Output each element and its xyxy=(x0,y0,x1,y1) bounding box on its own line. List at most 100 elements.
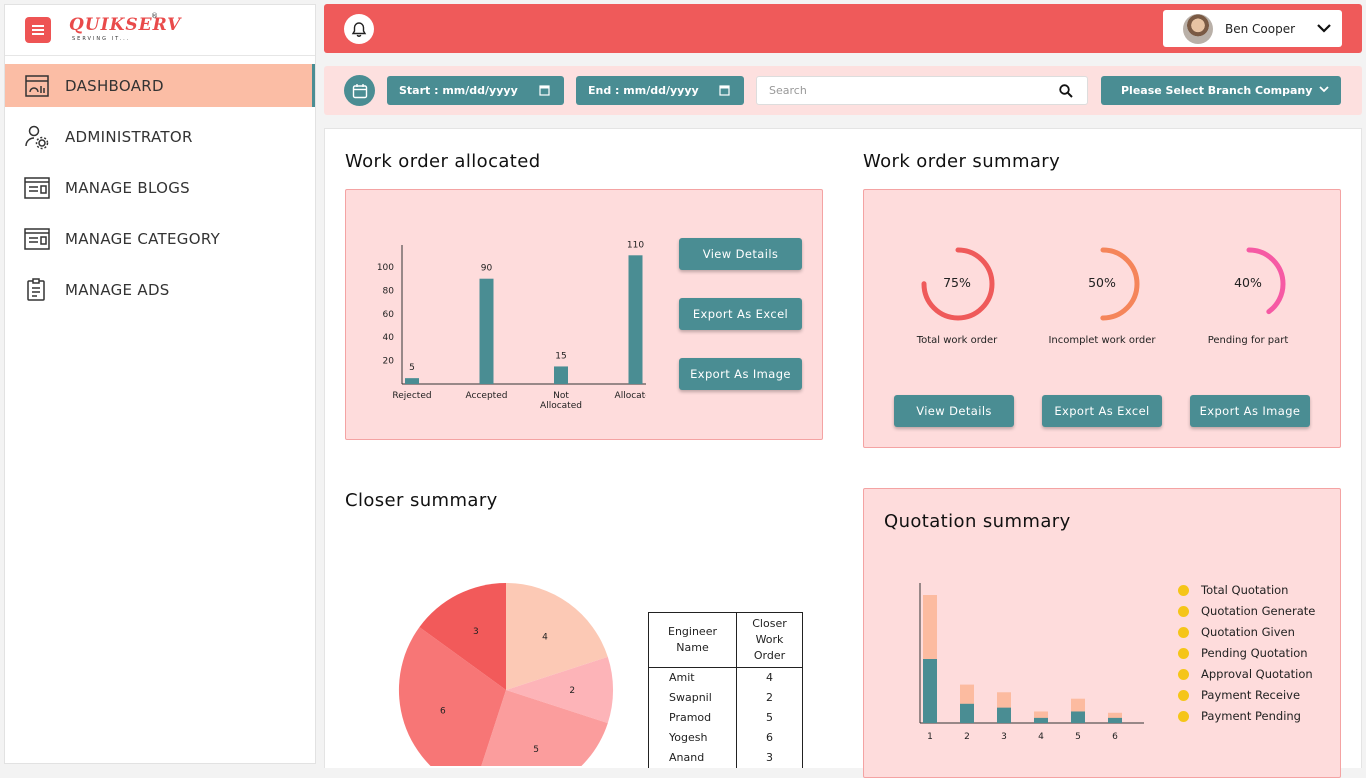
user-name: Ben Cooper xyxy=(1225,21,1296,36)
blogs-icon xyxy=(23,174,51,202)
bar-part xyxy=(923,659,937,723)
legend-dot-icon xyxy=(1178,626,1189,638)
category-icon xyxy=(23,225,51,253)
bar xyxy=(479,278,494,384)
calendar-button[interactable] xyxy=(344,75,375,106)
table-row: Swapnil 2 xyxy=(648,687,803,708)
sidebar-item-manage-category[interactable]: MANAGE CATEGORY xyxy=(5,217,315,260)
user-menu-button[interactable]: Ben Cooper xyxy=(1163,10,1342,47)
ring-percent-incomplete: 50% xyxy=(1088,275,1116,290)
work-order-allocated-chart: 204060801005Rejected90Accepted15NotAlloc… xyxy=(377,240,646,411)
allocated-export-image-button[interactable]: Export As Image xyxy=(679,358,802,390)
sidebar-nav: DASHBOARD ADMINISTRATOR MANAGE BLOGS MAN… xyxy=(5,64,315,311)
quotation-summary-chart: 1234567 xyxy=(919,583,1144,742)
engineer-name-cell: Amit xyxy=(648,667,737,688)
ring-percent-total: 75% xyxy=(943,275,971,290)
ring-label-incomplete: Incomplet work order xyxy=(1048,335,1156,346)
legend-dot-icon xyxy=(1178,605,1189,617)
x-tick-label: 4 xyxy=(1038,732,1044,742)
table-row: Anand 3 xyxy=(648,747,803,768)
bar xyxy=(554,366,568,384)
start-date-field[interactable]: Start : mm/dd/yyyy xyxy=(387,76,564,105)
closer-count-cell: 4 xyxy=(736,667,803,688)
section-title-work-order-allocated: Work order allocated xyxy=(345,151,541,172)
section-title-closer-summary: Closer summary xyxy=(345,490,498,511)
brand-logo: QUIKSERV ® SERVING IT... xyxy=(69,12,180,48)
sidebar: QUIKSERV ® SERVING IT... DASHBOARD ADMIN… xyxy=(4,4,316,764)
legend-item: Payment Receive xyxy=(1178,688,1300,702)
bar-part xyxy=(1071,711,1085,723)
legend-dot-icon xyxy=(1178,710,1189,722)
x-tick-label: 3 xyxy=(1001,732,1007,742)
table-row: Amit 4 xyxy=(648,667,803,688)
legend-label: Payment Receive xyxy=(1201,688,1301,702)
x-tick-label: Not xyxy=(553,391,569,401)
sidebar-item-label: MANAGE BLOGS xyxy=(65,178,190,197)
avatar xyxy=(1183,13,1213,44)
x-tick-label: 6 xyxy=(1112,732,1118,742)
section-title-quotation-summary: Quotation summary xyxy=(884,511,1071,532)
engineer-name-cell: Swapnil xyxy=(648,687,737,708)
column-header-engineer-name: Engineer Name xyxy=(648,612,737,668)
table-row: Yogesh 6 xyxy=(648,727,803,748)
ring-percent-pending: 40% xyxy=(1234,275,1262,290)
pie-slice-label: 2 xyxy=(569,686,575,696)
legend-item: Total Quotation xyxy=(1178,583,1288,597)
engineer-name-cell: Pramod xyxy=(648,707,737,728)
legend-item: Approval Quotation xyxy=(1178,667,1313,681)
sidebar-item-manage-ads[interactable]: MANAGE ADS xyxy=(5,268,315,311)
section-title-work-order-summary: Work order summary xyxy=(863,151,1061,172)
search-placeholder: Search xyxy=(769,84,807,97)
bar-part xyxy=(1108,717,1122,723)
legend-label: Total Quotation xyxy=(1201,583,1289,597)
bar-value-label: 110 xyxy=(627,240,644,250)
x-tick-label: 5 xyxy=(1075,732,1081,742)
pie-slice-label: 6 xyxy=(440,707,446,717)
top-bar: Ben Cooper xyxy=(324,4,1362,53)
sidebar-item-label: ADMINISTRATOR xyxy=(65,127,193,146)
menu-icon xyxy=(32,25,44,35)
x-tick-label: Allocated xyxy=(540,401,582,411)
y-tick-label: 100 xyxy=(377,263,394,273)
legend-label: Quotation Generate xyxy=(1201,604,1316,618)
legend-label: Payment Pending xyxy=(1201,709,1301,723)
logo-row: QUIKSERV ® SERVING IT... xyxy=(5,5,315,56)
ads-icon xyxy=(23,276,51,304)
closer-count-cell: 5 xyxy=(736,707,803,728)
branch-company-select[interactable]: Please Select Branch Company xyxy=(1101,76,1341,105)
bell-icon xyxy=(351,21,367,37)
table-row: Pramod 5 xyxy=(648,707,803,728)
search-input[interactable]: Search xyxy=(756,76,1088,105)
sidebar-item-label: MANAGE ADS xyxy=(65,280,170,299)
x-tick-label: Allocated xyxy=(615,391,646,401)
hamburger-menu-button[interactable] xyxy=(25,17,51,43)
legend-label: Approval Quotation xyxy=(1201,667,1313,681)
closer-count-cell: 6 xyxy=(736,727,803,748)
bar-value-label: 5 xyxy=(409,363,415,373)
legend-dot-icon xyxy=(1178,584,1189,596)
sidebar-item-manage-blogs[interactable]: MANAGE BLOGS xyxy=(5,166,315,209)
bar-part xyxy=(1034,717,1048,723)
summary-export-excel-button[interactable]: Export As Excel xyxy=(1042,395,1162,427)
filter-bar: Start : mm/dd/yyyy End : mm/dd/yyyy Sear… xyxy=(324,66,1362,115)
bar-part xyxy=(960,703,974,723)
legend-dot-icon xyxy=(1178,689,1189,701)
allocated-view-details-button[interactable]: View Details xyxy=(679,238,802,270)
chevron-down-icon xyxy=(1319,86,1329,93)
sidebar-item-administrator[interactable]: ADMINISTRATOR xyxy=(5,115,315,158)
y-tick-label: 80 xyxy=(383,286,395,296)
search-icon xyxy=(1059,84,1073,98)
pie-slice-label: 3 xyxy=(473,627,479,637)
closer-count-cell: 3 xyxy=(736,747,803,768)
pie-slice-label: 5 xyxy=(533,745,539,755)
sidebar-item-dashboard[interactable]: DASHBOARD xyxy=(5,64,315,107)
ring-label-total: Total work order xyxy=(916,335,998,346)
summary-export-image-button[interactable]: Export As Image xyxy=(1190,395,1310,427)
closer-summary-pie-chart: 4 2 5 6 3 xyxy=(398,583,614,766)
allocated-export-excel-button[interactable]: Export As Excel xyxy=(679,298,802,330)
summary-view-details-button[interactable]: View Details xyxy=(894,395,1014,427)
bar xyxy=(628,255,643,384)
calendar-icon xyxy=(719,85,730,96)
end-date-field[interactable]: End : mm/dd/yyyy xyxy=(576,76,744,105)
notifications-button[interactable] xyxy=(344,14,374,44)
